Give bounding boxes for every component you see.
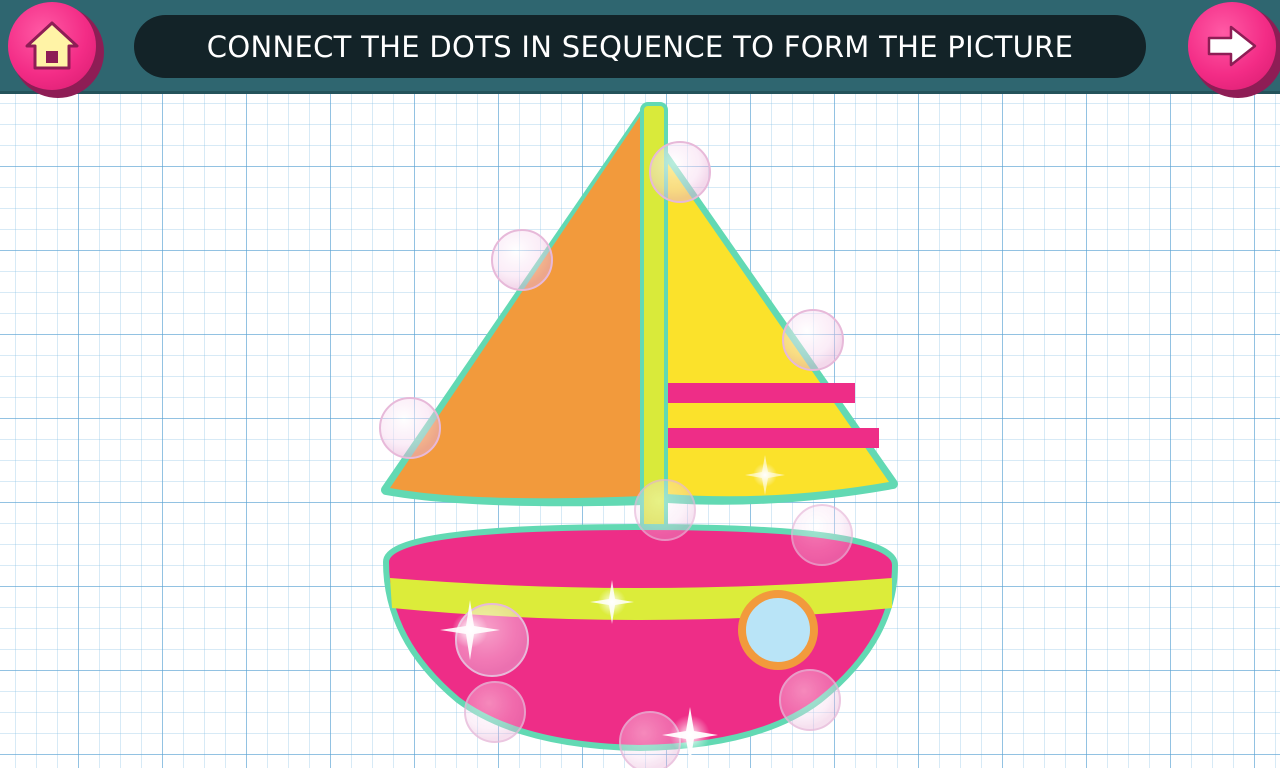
dot-bubble <box>464 681 526 743</box>
dot-bubble <box>782 309 844 371</box>
sail-stripe <box>665 383 855 403</box>
porthole <box>738 590 818 670</box>
dot-bubble <box>791 504 853 566</box>
sail-stripe <box>665 428 879 448</box>
dot-bubble <box>634 479 696 541</box>
sailboat-picture <box>379 102 899 768</box>
dot-bubble <box>491 229 553 291</box>
dot-bubble <box>779 669 841 731</box>
dot-bubble <box>649 141 711 203</box>
dot-bubble <box>379 397 441 459</box>
